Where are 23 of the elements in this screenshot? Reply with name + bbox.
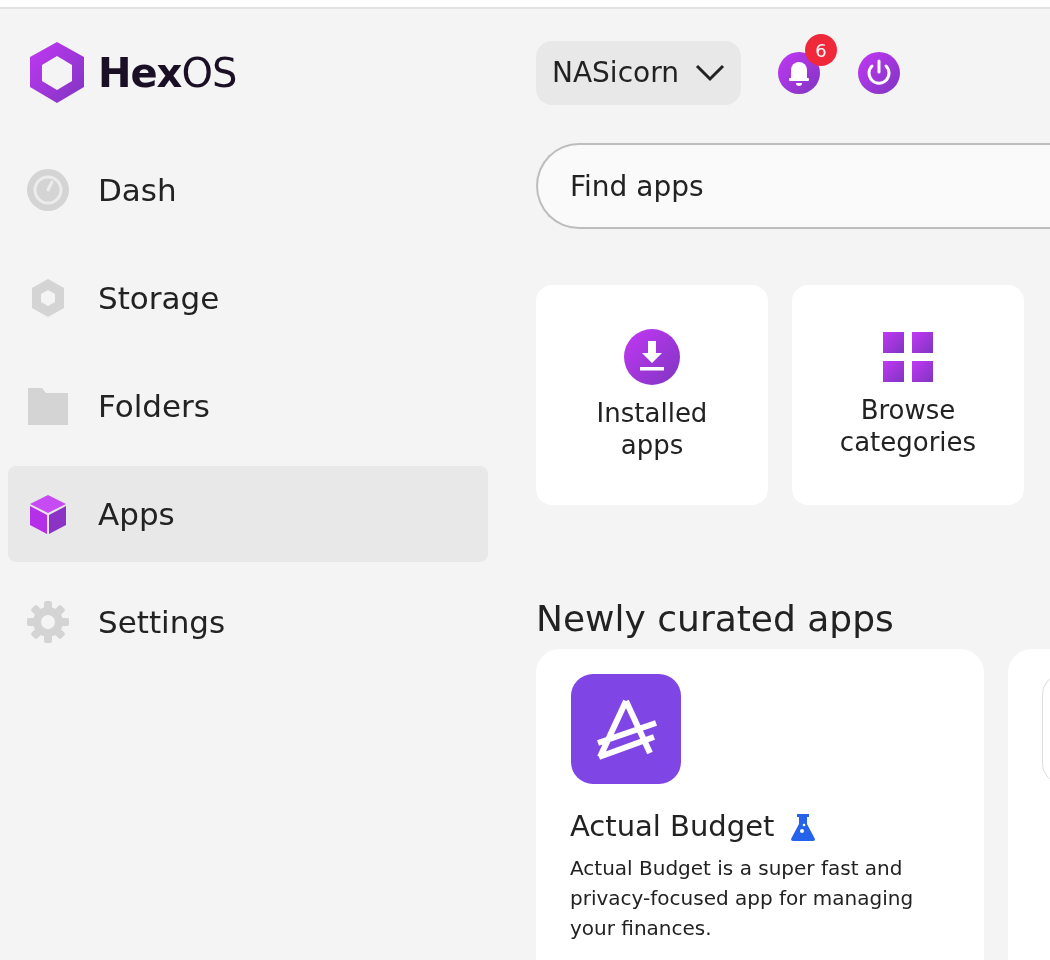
sidebar-item[interactable]: Apps (8, 466, 488, 562)
app-logo-icon (570, 673, 682, 785)
logo-text: HexOS (98, 53, 237, 93)
download-icon (624, 329, 680, 385)
sidebar-item[interactable]: Storage (8, 250, 488, 346)
sidebar-item[interactable]: Folders (8, 358, 488, 454)
app-name: Actual Budget (570, 808, 775, 845)
app-description: Actual Budget is a super fast and privacy-focused app for managing your finances. (570, 854, 915, 942)
grid-icon (883, 332, 933, 382)
shortcut-card[interactable]: Installed apps (536, 285, 768, 505)
server-dropdown[interactable]: NASicorn (536, 41, 741, 105)
app-card[interactable]: Actual Budget Actual Budget is a super fast and privacy-focused app for managing your finances. (536, 649, 984, 960)
gauge-icon (26, 168, 70, 212)
chevron-down-icon (694, 64, 725, 82)
section-title: Newly curated apps (536, 597, 895, 641)
gear-icon (26, 600, 70, 644)
search-field[interactable]: Find apps (536, 143, 1050, 229)
power-icon[interactable] (856, 51, 901, 95)
shortcut-card[interactable]: Browse categories (792, 285, 1024, 505)
hexagon-logo-icon (28, 41, 86, 105)
sidebar-item[interactable]: Settings (8, 574, 488, 670)
sidebar-item[interactable]: Dash (8, 142, 488, 238)
notification-badge: 6 (804, 34, 837, 66)
